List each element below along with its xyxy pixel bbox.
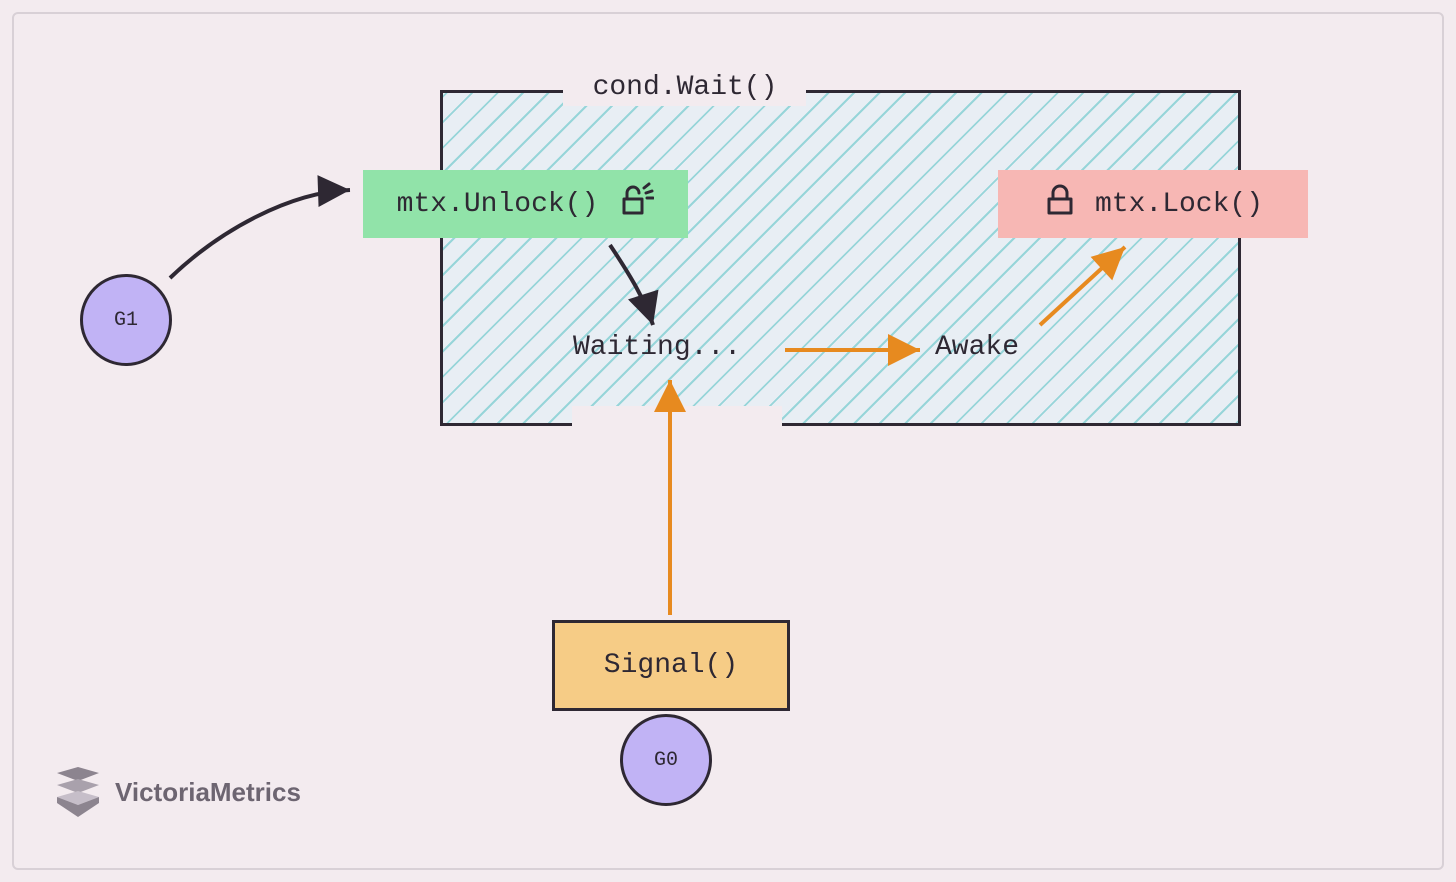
victoriametrics-logo: VictoriaMetrics	[55, 767, 301, 817]
awake-label: Awake	[935, 332, 1019, 363]
signal-label: Signal()	[604, 650, 738, 681]
brand-label: VictoriaMetrics	[115, 777, 301, 808]
mtx-lock-label: mtx.Lock()	[1095, 189, 1263, 220]
unlock-icon	[616, 181, 654, 228]
goroutine-g0: G0	[620, 714, 712, 806]
arrow-signal-to-waiting	[650, 370, 690, 625]
logo-icon	[55, 767, 101, 817]
lock-icon	[1043, 181, 1077, 228]
signal-box: Signal()	[552, 620, 790, 711]
arrow-unlock-to-waiting	[595, 240, 685, 340]
waiting-label: Waiting...	[573, 332, 741, 363]
arrow-g1-to-unlock	[150, 170, 380, 310]
g1-label: G1	[114, 309, 138, 332]
mtx-lock-box: mtx.Lock()	[998, 170, 1308, 238]
mtx-unlock-box: mtx.Unlock()	[363, 170, 688, 238]
g0-label: G0	[654, 749, 678, 772]
cond-wait-title: cond.Wait()	[565, 72, 805, 103]
arrow-awake-to-lock	[1030, 235, 1140, 335]
arrow-waiting-to-awake	[780, 335, 935, 365]
mtx-unlock-label: mtx.Unlock()	[397, 189, 599, 220]
